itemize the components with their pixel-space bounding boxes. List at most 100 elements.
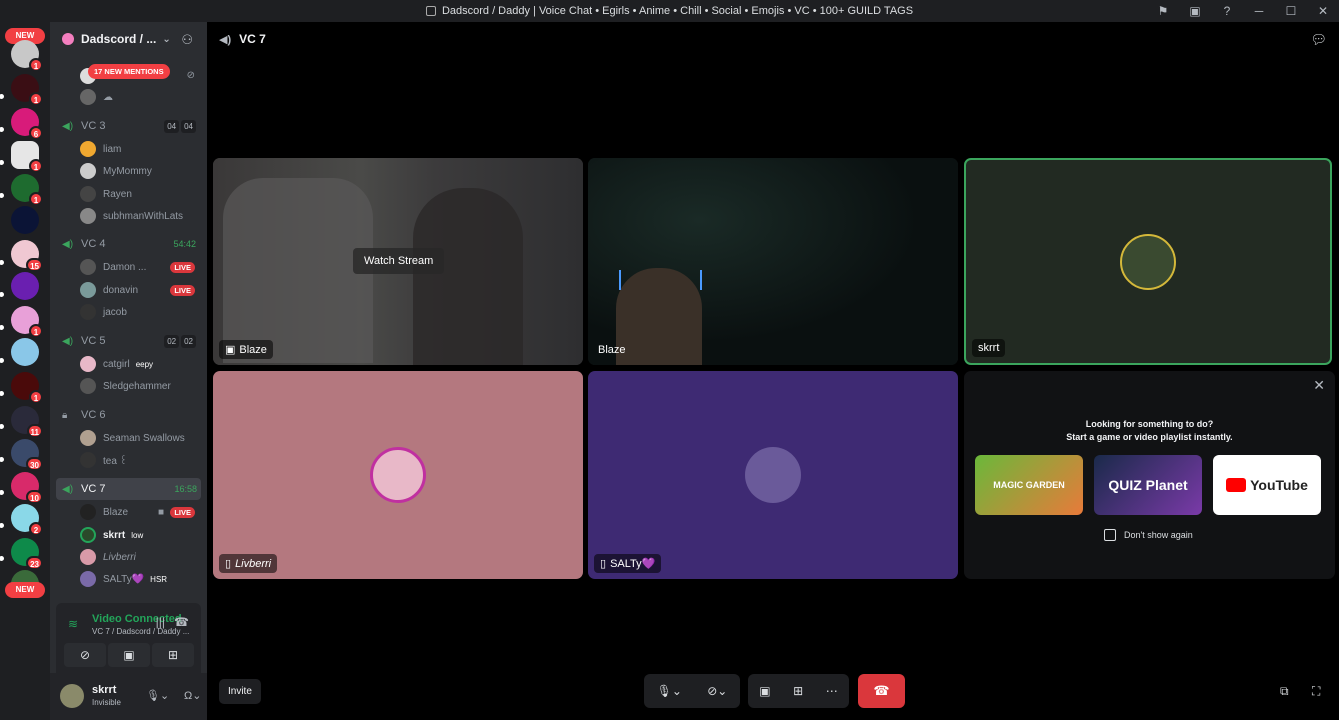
new-mentions-pill[interactable]: 17 NEW MENTIONS <box>88 64 170 79</box>
more-icon[interactable]: ⋯ <box>826 684 838 698</box>
voice-user[interactable]: SALTy💜 HSR <box>80 570 200 588</box>
participant-tile[interactable]: ▯ Livberri <box>213 371 583 579</box>
noise-suppression-icon[interactable]: ||| <box>156 615 165 629</box>
voice-user[interactable]: ☁ <box>80 88 200 106</box>
voice-channel-vc7[interactable]: ◀) VC 7 16:58 <box>56 478 201 500</box>
signal-icon[interactable]: ≋ <box>68 617 78 631</box>
activity-quiz-planet[interactable]: QUIZ Planet <box>1094 455 1202 515</box>
avatar <box>1120 233 1176 290</box>
mic-icon[interactable]: 🎙︎⌄ <box>657 684 682 698</box>
participant-name: ▣ Blaze <box>219 340 273 359</box>
guild-icon[interactable]: 23 <box>11 538 43 570</box>
user-status: Invisible <box>92 698 121 707</box>
chat-icon[interactable]: 💬︎ <box>1310 32 1327 48</box>
close-button[interactable]: ✕ <box>1307 4 1339 18</box>
voice-user[interactable]: Damon ... LIVE <box>80 258 200 276</box>
participant-tile[interactable]: ▯ SALTy💜 <box>588 371 958 579</box>
new-badge[interactable]: NEW <box>5 582 45 598</box>
speaker-icon: ◀) <box>62 335 74 347</box>
username[interactable]: skrrt <box>92 684 116 696</box>
participant-name: skrrt <box>972 339 1006 357</box>
voice-channel-vc3[interactable]: ◀) VC 3 04 04 <box>62 116 200 136</box>
guild-icon[interactable]: 1 <box>11 40 43 72</box>
voice-user[interactable]: Rayen <box>80 185 200 203</box>
headphones-icon[interactable]: Ω⌄ <box>184 689 201 702</box>
guild-icon[interactable] <box>11 272 39 300</box>
guild-icon[interactable] <box>11 338 39 366</box>
voice-user[interactable]: donavin LIVE <box>80 281 200 299</box>
guild-icon[interactable]: 30 <box>11 439 43 471</box>
voice-user[interactable]: tea ꒰ <box>80 451 200 469</box>
guild-icon[interactable]: 1 <box>11 141 43 173</box>
fullscreen-icon[interactable]: ⛶ <box>1312 684 1320 699</box>
guild-icon[interactable]: 1 <box>11 372 43 404</box>
voice-channel-vc6[interactable]: 🔒︎ VC 6 <box>62 405 200 425</box>
voice-channel-vc4[interactable]: ◀) VC 4 54:42 <box>62 234 200 254</box>
screen-share-icon[interactable]: ▣ <box>759 684 770 698</box>
voice-channel-vc5[interactable]: ◀) VC 5 02 02 <box>62 331 200 351</box>
dont-show-checkbox[interactable]: Don't show again <box>1104 529 1193 541</box>
voice-user[interactable]: Seaman Swallows <box>80 429 200 447</box>
maximize-button[interactable]: ☐ <box>1275 4 1307 18</box>
activity-magic-garden[interactable]: MAGIC GARDEN <box>975 455 1083 515</box>
invite-button[interactable]: Invite <box>219 679 261 704</box>
mobile-icon: ▯ <box>600 558 607 570</box>
camera-off-button[interactable]: ⊘ <box>64 643 106 667</box>
close-icon[interactable]: ✕ <box>1313 377 1325 394</box>
stage-actions: ▣ ⊞ ⋯ <box>748 674 849 708</box>
inbox-icon[interactable]: ⚑ <box>1147 4 1179 18</box>
screen-share-icon[interactable]: ▣ <box>1179 4 1211 18</box>
guild-icon[interactable] <box>11 206 39 234</box>
camera-tile[interactable]: Blaze <box>588 158 958 365</box>
watch-stream-button[interactable]: Watch Stream <box>353 248 445 274</box>
guild-icon[interactable]: 6 <box>11 108 43 140</box>
mic-icon[interactable]: 🎙︎⌄ <box>146 689 169 702</box>
chevron-down-icon: ⌄ <box>162 33 171 45</box>
disconnect-icon[interactable]: ☎ <box>174 615 189 629</box>
add-member-icon[interactable]: ⚇ <box>181 32 193 48</box>
participant-name: ▯ SALTy💜 <box>594 554 662 573</box>
media-controls: 🎙︎⌄ ⊘⌄ <box>644 674 740 708</box>
live-badge: LIVE <box>170 261 195 273</box>
help-icon[interactable]: ? <box>1211 4 1243 18</box>
avatar[interactable] <box>60 684 84 708</box>
activity-button[interactable]: ⊞ <box>152 643 194 667</box>
popout-icon[interactable]: ⧉ <box>1280 684 1289 699</box>
video-icon: ■ <box>157 506 164 518</box>
guild-icon[interactable]: 1 <box>11 306 43 338</box>
guild-icon[interactable]: 1 <box>11 174 43 206</box>
participant-name: ▯ Livberri <box>219 554 278 573</box>
guild-icon[interactable]: 15 <box>11 240 43 272</box>
server-header[interactable]: Dadscord / ... ⌄ ⚇ <box>50 22 207 56</box>
voice-user[interactable]: subhmanWithLats <box>80 207 200 225</box>
lock-icon: 🔒︎ <box>62 409 68 421</box>
voice-user[interactable]: Livberri <box>80 548 200 566</box>
speaker-icon: ◀) <box>62 238 74 250</box>
voice-user[interactable]: jacob <box>80 303 200 321</box>
voice-user[interactable]: Sledgehammer <box>80 377 200 395</box>
activity-youtube[interactable]: YouTube <box>1213 455 1321 515</box>
speaker-icon: ◀) <box>219 33 232 46</box>
speaking-tile[interactable]: skrrt <box>964 158 1332 365</box>
screen-share-button[interactable]: ▣ <box>108 643 150 667</box>
guild-icon[interactable]: 10 <box>11 472 43 504</box>
voice-user[interactable]: liam <box>80 140 200 158</box>
voice-user[interactable]: catgirl eepy <box>80 355 200 373</box>
minimize-button[interactable]: ─ <box>1243 4 1275 18</box>
voice-user[interactable]: skrrt low <box>80 526 200 544</box>
avatar <box>370 447 426 503</box>
disconnect-button[interactable]: ☎ <box>858 674 905 708</box>
voice-user[interactable]: Blaze ■ LIVE <box>80 503 200 521</box>
channel-sidebar: Dadscord / ... ⌄ ⚇ 17 NEW MENTIONS ⊘ ☁ ◀… <box>50 22 234 720</box>
guild-icon[interactable]: 11 <box>11 406 43 438</box>
window-title: Dadscord / Daddy | Voice Chat • Egirls •… <box>441 5 914 17</box>
camera-off-icon[interactable]: ⊘⌄ <box>707 684 727 698</box>
voice-user[interactable]: MyMommy <box>80 162 200 180</box>
voice-stage: ◀) VC 7 💬︎ Watch Stream ▣ Blaze Blaze skr… <box>207 22 1339 720</box>
mobile-icon: ▯ <box>225 558 232 570</box>
server-icon <box>425 6 436 16</box>
activities-icon[interactable]: ⊞ <box>793 684 803 698</box>
stream-tile[interactable]: Watch Stream ▣ Blaze <box>213 158 583 365</box>
guild-icon[interactable]: 2 <box>11 504 43 536</box>
guild-icon[interactable]: 1 <box>11 74 43 106</box>
